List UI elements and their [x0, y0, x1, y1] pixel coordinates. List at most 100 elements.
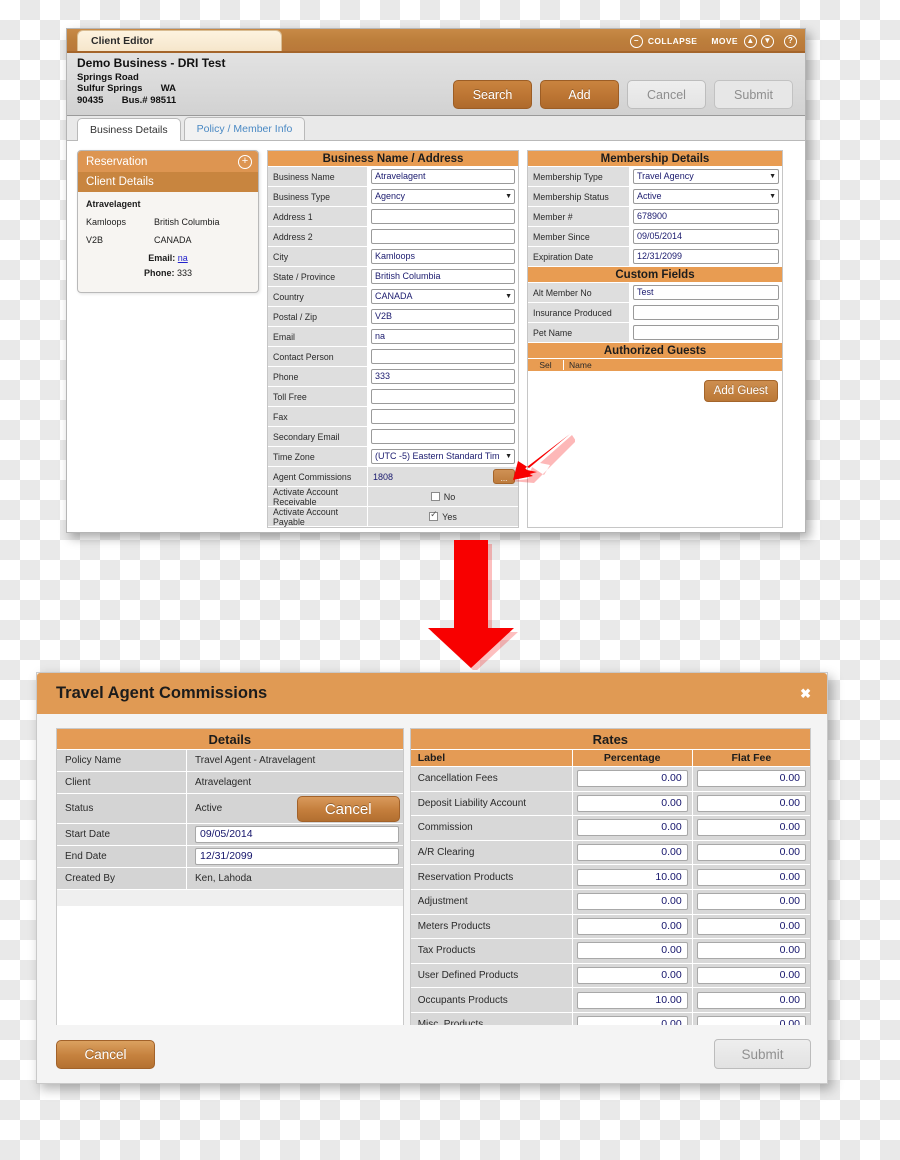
form-value-cell [368, 387, 518, 406]
form-value-cell: na [368, 327, 518, 346]
membership-panel: Membership Details Membership Type Travel… [527, 150, 783, 528]
client-email-link[interactable]: na [178, 253, 188, 263]
membership-select-membership-type[interactable]: Travel Agency ▼ [633, 169, 779, 184]
business-label-postal-zip: Postal / Zip [268, 307, 368, 326]
close-icon[interactable]: ✖ [800, 686, 811, 702]
business-input-state-province[interactable]: British Columbia [371, 269, 515, 284]
question-circle-icon[interactable]: ? [784, 34, 797, 48]
business-label-toll-free: Toll Free [268, 387, 368, 406]
rates-row: Cancellation Fees 0.00 0.00 [410, 767, 810, 792]
tab-policy-member-info[interactable]: Policy / Member Info [183, 117, 306, 140]
client-details-content: Atravelagent Kamloops British Columbia V… [78, 192, 258, 292]
custom-input-alt-member-no[interactable]: Test [633, 285, 779, 300]
plus-circle-icon[interactable]: + [238, 154, 252, 169]
submit-button[interactable]: Submit [714, 80, 793, 109]
business-select-business-type[interactable]: Agency ▼ [371, 189, 515, 204]
rate-percentage-input-adjustment[interactable]: 0.00 [576, 893, 688, 911]
form-value-cell: Travel Agency ▼ [630, 167, 782, 186]
rates-col-percentage: Percentage [573, 750, 693, 766]
custom-input-insurance-produced[interactable] [633, 305, 779, 320]
dialog-cancel-button[interactable]: Cancel [56, 1039, 155, 1069]
business-select-country[interactable]: CANADA ▼ [371, 289, 515, 304]
details-input-end-date[interactable]: 12/31/2099 [195, 848, 399, 865]
rate-flat-fee-input-tax-products[interactable]: 0.00 [696, 942, 806, 960]
red-down-arrow-icon [428, 540, 518, 670]
form-value-cell: 1808... [368, 467, 518, 486]
rate-flat-fee-input-cancellation-fees[interactable]: 0.00 [696, 770, 806, 788]
business-input-postal-zip[interactable]: V2B [371, 309, 515, 324]
window-tab-chip[interactable]: Client Editor [77, 30, 282, 51]
form-value-cell: Agency ▼ [368, 187, 518, 206]
business-input-email[interactable]: na [371, 329, 515, 344]
business-input-business-name[interactable]: Atravelagent [371, 169, 515, 184]
custom-input-pet-name[interactable] [633, 325, 779, 340]
rates-row: Tax Products 0.00 0.00 [410, 939, 810, 964]
business-select-time-zone[interactable]: (UTC -5) Eastern Standard Tim ▼ [371, 449, 515, 464]
business-rows: Business Name Atravelagent Business Type Ag… [268, 167, 518, 527]
add-guest-button[interactable]: Add Guest [703, 380, 778, 402]
add-button[interactable]: Add [540, 80, 619, 109]
rate-percentage-input-cancellation-fees[interactable]: 0.00 [576, 770, 688, 788]
rate-flat-fee-input-occupants-products[interactable]: 0.00 [696, 991, 806, 1009]
rate-cell-pct: 0.00 [572, 963, 693, 988]
rates-col-flat-fee: Flat Fee [731, 752, 772, 764]
rate-cell-flat: 0.00 [692, 816, 810, 840]
business-checkbox-activate-account-receivable[interactable] [430, 492, 440, 501]
rate-percentage-input-reservation-products[interactable]: 10.00 [576, 868, 688, 886]
business-input-address-2[interactable] [371, 229, 515, 244]
rates-row: Occupants Products 10.00 0.00 [410, 988, 810, 1013]
rate-percentage-input-tax-products[interactable]: 0.00 [576, 942, 688, 960]
business-label-country: Country [268, 287, 368, 306]
cancel-button[interactable]: Cancel [627, 80, 706, 109]
rate-label-commission: Commission [410, 816, 573, 840]
ellipsis-button-icon[interactable]: ... [493, 469, 515, 484]
rates-panel: Rates Label Percentage Flat Fee Cancella… [409, 728, 811, 1053]
details-value-cell: Ken, Lahoda [187, 868, 403, 889]
rate-flat-fee-input-user-defined-products[interactable]: 0.00 [696, 967, 806, 985]
collapse-label[interactable]: COLLAPSE [648, 36, 697, 46]
business-input-city[interactable]: Kamloops [371, 249, 515, 264]
rate-flat-fee-input-meters-products[interactable]: 0.00 [696, 917, 806, 935]
business-input-secondary-email[interactable] [371, 429, 515, 444]
membership-select-membership-status[interactable]: Active ▼ [633, 189, 779, 204]
rate-flat-fee-input-adjustment[interactable]: 0.00 [696, 893, 806, 911]
rate-flat-fee-input-deposit-liability-account[interactable]: 0.00 [696, 794, 806, 812]
business-input-toll-free[interactable] [371, 389, 515, 404]
chevron-down-circle-icon[interactable]: ▼ [761, 34, 774, 48]
chevron-down-icon: ▼ [505, 453, 512, 460]
rate-flat-fee-input-reservation-products[interactable]: 0.00 [696, 868, 806, 886]
chevron-up-circle-icon[interactable]: ▲ [744, 34, 757, 48]
rate-cell-flat: 0.00 [692, 840, 810, 865]
business-address-block: Demo Business - DRI Test Springs Road Su… [77, 57, 225, 106]
dialog-submit-button[interactable]: Submit [714, 1039, 811, 1069]
minus-circle-icon[interactable]: – [629, 34, 643, 48]
business-input-address-1[interactable] [371, 209, 515, 224]
tab-business-details[interactable]: Business Details [77, 118, 181, 141]
details-input-start-date[interactable]: 09/05/2014 [195, 826, 399, 843]
form-row: Member #678900 [528, 207, 782, 227]
rates-title: Rates [410, 729, 810, 750]
search-button[interactable]: Search [453, 80, 532, 109]
membership-input-member-since[interactable]: 09/05/2014 [633, 229, 779, 244]
rate-percentage-input-commission[interactable]: 0.00 [576, 819, 688, 837]
policy-cancel-button[interactable]: Cancel [296, 796, 400, 822]
rate-percentage-input-meters-products[interactable]: 0.00 [576, 917, 688, 935]
membership-input-expiration-date[interactable]: 12/31/2099 [633, 249, 779, 264]
rate-percentage-input-user-defined-products[interactable]: 0.00 [576, 967, 688, 985]
details-value-cell: Atravelagent [187, 772, 403, 793]
rate-percentage-input-deposit-liability-account[interactable]: 0.00 [576, 794, 688, 812]
rate-percentage-input-occupants-products[interactable]: 10.00 [576, 991, 688, 1009]
business-input-phone[interactable]: 333 [371, 369, 515, 384]
form-value-cell: Test [630, 283, 782, 302]
rate-flat-fee-input-commission[interactable]: 0.00 [696, 819, 806, 837]
form-row: Insurance Produced [528, 303, 782, 323]
rate-percentage-input-a-r-clearing[interactable]: 0.00 [576, 844, 688, 862]
business-input-contact-person[interactable] [371, 349, 515, 364]
form-row: Business Type Agency ▼ [268, 187, 518, 207]
form-row: Address 1 [268, 207, 518, 227]
membership-input-member[interactable]: 678900 [633, 209, 779, 224]
business-input-fax[interactable] [371, 409, 515, 424]
business-checkbox-activate-account-payable[interactable] [429, 509, 439, 521]
rate-label-adjustment: Adjustment [410, 889, 573, 914]
rate-flat-fee-input-a-r-clearing[interactable]: 0.00 [696, 844, 806, 862]
